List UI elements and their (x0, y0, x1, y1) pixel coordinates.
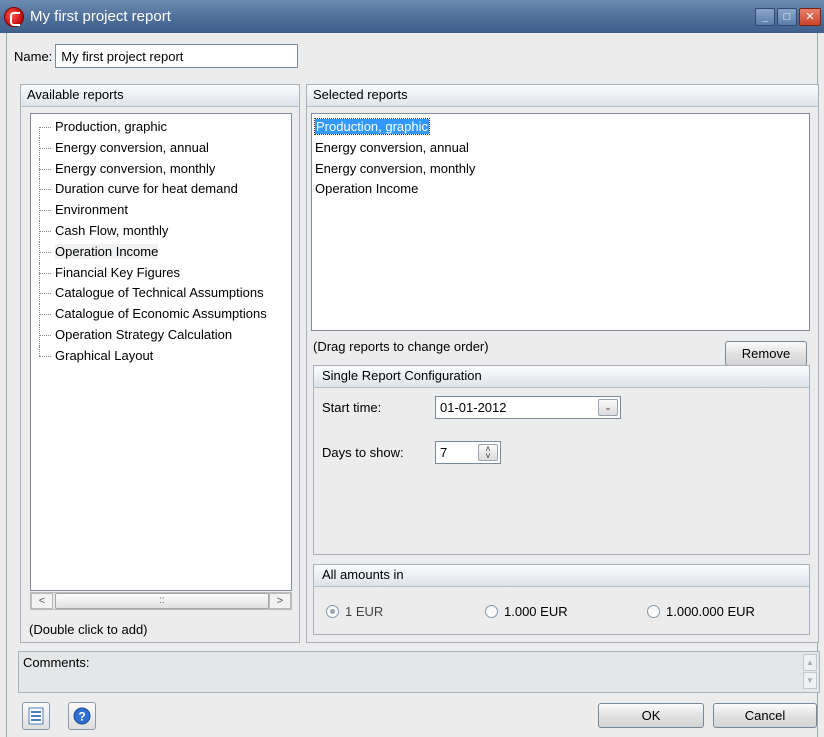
horizontal-scrollbar[interactable]: < :: > (30, 592, 292, 610)
scroll-down-icon[interactable]: ▼ (803, 672, 817, 689)
report-list-icon (28, 707, 44, 725)
svg-text:?: ? (78, 710, 85, 724)
available-report-item[interactable]: Catalogue of Technical Assumptions (31, 283, 291, 304)
amounts-header: All amounts in (314, 565, 809, 587)
window-title: My first project report (30, 8, 171, 25)
available-report-item-hovered[interactable]: Operation Income (31, 241, 291, 263)
days-to-show-label: Days to show: (322, 445, 404, 460)
scroll-up-icon[interactable]: ▲ (803, 654, 817, 671)
chevron-down-icon[interactable]: ⌄ (598, 399, 618, 416)
scroll-thumb[interactable]: :: (55, 593, 269, 609)
scroll-left-icon[interactable]: < (31, 593, 53, 609)
title-bar: My first project report _ □ ✕ (0, 0, 824, 33)
radio-unselected-icon (647, 605, 660, 618)
radio-1000-eur[interactable]: 1.000 EUR (485, 604, 568, 619)
cancel-button[interactable]: Cancel (713, 703, 817, 728)
single-report-config-panel: Single Report Configuration (313, 365, 810, 555)
report-list-button[interactable] (22, 702, 50, 730)
start-time-value: 01-01-2012 (440, 400, 507, 415)
selected-report-item-active[interactable]: Production, graphic (312, 117, 809, 138)
available-report-item[interactable]: Graphical Layout (31, 345, 291, 367)
available-reports-header: Available reports (21, 85, 299, 107)
radio-1000000-eur[interactable]: 1.000.000 EUR (647, 604, 755, 619)
ok-button[interactable]: OK (598, 703, 704, 728)
amounts-panel: All amounts in (313, 564, 810, 635)
scroll-right-icon[interactable]: > (269, 593, 291, 609)
spinner-arrows-icon[interactable]: ˄ ˅ (478, 444, 498, 461)
remove-button[interactable]: Remove (725, 341, 807, 366)
days-to-show-stepper[interactable]: 7 ˄ ˅ (435, 441, 501, 464)
start-time-label: Start time: (322, 400, 382, 415)
double-click-hint: (Double click to add) (29, 622, 148, 637)
radio-1-eur[interactable]: 1 EUR (326, 604, 383, 619)
available-report-item[interactable]: Production, graphic (31, 117, 291, 138)
close-icon[interactable]: ✕ (799, 7, 821, 26)
radio-unselected-icon (485, 605, 498, 618)
available-report-item[interactable]: Cash Flow, monthly (31, 220, 291, 242)
available-report-item[interactable]: Catalogue of Economic Assumptions (31, 304, 291, 325)
selected-reports-header: Selected reports (307, 85, 818, 107)
comments-field[interactable]: Comments: ▲ ▼ (18, 651, 820, 693)
available-report-item[interactable]: Energy conversion, annual (31, 137, 291, 159)
drag-hint: (Drag reports to change order) (313, 339, 489, 354)
name-input[interactable] (55, 44, 299, 68)
minimize-icon[interactable]: _ (755, 7, 775, 26)
app-logo-icon (4, 6, 24, 27)
selected-report-item[interactable]: Operation Income (312, 179, 809, 200)
name-row: Name: (14, 44, 299, 68)
available-report-item[interactable]: Duration curve for heat demand (31, 179, 291, 200)
start-time-dropdown[interactable]: 01-01-2012 ⌄ (435, 396, 621, 419)
comments-scrollbar[interactable]: ▲ ▼ (803, 654, 817, 690)
comments-label: Comments: (23, 655, 90, 670)
name-label: Name: (14, 48, 53, 64)
selected-report-item[interactable]: Energy conversion, annual (312, 138, 809, 159)
maximize-icon[interactable]: □ (777, 7, 797, 26)
selected-report-item[interactable]: Energy conversion, monthly (312, 159, 809, 180)
available-report-item[interactable]: Energy conversion, monthly (31, 158, 291, 180)
help-icon: ? (73, 707, 91, 725)
selected-reports-list[interactable]: Production, graphic Energy conversion, a… (311, 113, 810, 331)
available-reports-list[interactable]: Production, graphic Energy conversion, a… (30, 113, 292, 591)
radio-selected-icon (326, 605, 339, 618)
available-report-item[interactable]: Financial Key Figures (31, 262, 291, 284)
help-button[interactable]: ? (68, 702, 96, 730)
available-report-item[interactable]: Operation Strategy Calculation (31, 324, 291, 346)
available-report-item[interactable]: Environment (31, 200, 291, 221)
single-report-config-header: Single Report Configuration (314, 366, 809, 388)
days-to-show-value: 7 (440, 445, 448, 460)
